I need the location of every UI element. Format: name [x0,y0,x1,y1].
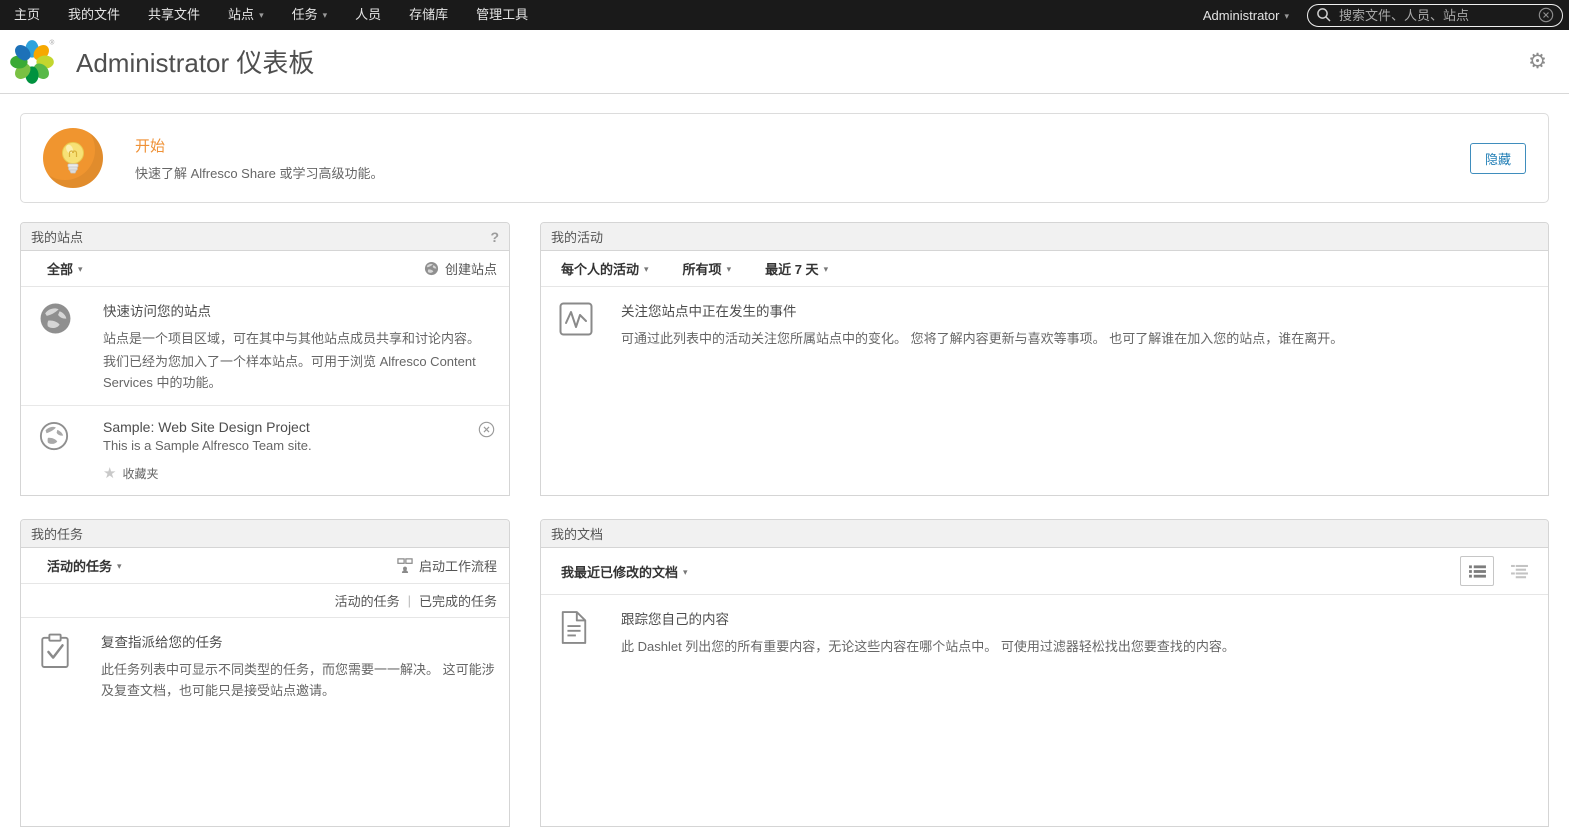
my-tasks-dashlet: 我的任务 活动的任务 启动工作流程 活动的任务 | [20,519,510,827]
chevron-down-icon [639,261,649,276]
chevron-down-icon [678,564,688,579]
globe-icon [39,421,69,451]
gear-icon[interactable]: ⚙ [1528,51,1547,72]
chevron-down-icon [1279,8,1289,23]
get-started-banner: 开始 快速了解 Alfresco Share 或学习高级功能。 隐藏 [20,113,1549,203]
chevron-down-icon [722,261,732,276]
simple-view-toggle[interactable] [1460,556,1494,586]
alfresco-logo: ® [8,37,56,87]
dashlet-title: 我的活动 [551,227,603,246]
user-menu[interactable]: Administrator [1203,8,1289,23]
my-documents-title-bar[interactable]: 我的文档 [541,520,1548,548]
search-icon[interactable] [1316,7,1332,23]
start-workflow-button[interactable]: 启动工作流程 [397,556,497,575]
nav-home[interactable]: 主页 [0,0,54,30]
banner-subtitle: 快速了解 Alfresco Share 或学习高级功能。 [135,163,384,182]
detailed-list-icon [1510,564,1529,579]
documents-empty-title: 跟踪您自己的内容 [621,608,1534,628]
active-tasks-link[interactable]: 活动的任务 [335,591,400,610]
clipboard-check-icon [39,633,71,669]
top-navigation-bar: 主页 我的文件 共享文件 站点 任务 人员 存储库 管理工具 Administr… [0,0,1569,30]
my-sites-title-bar[interactable]: 我的站点 ? [21,223,509,251]
nav-tasks-menu[interactable]: 任务 [278,0,342,30]
activities-user-filter[interactable]: 每个人的活动 [561,259,649,278]
tasks-empty-title: 复查指派给您的任务 [101,631,495,651]
workflow-icon [397,558,413,573]
dashboard-content: 开始 快速了解 Alfresco Share 或学习高级功能。 隐藏 我的站点 … [0,94,1569,827]
chevron-down-icon [112,558,122,573]
nav-people[interactable]: 人员 [341,0,395,30]
tasks-filter-dropdown[interactable]: 活动的任务 [47,556,122,575]
my-sites-dashlet: 我的站点 ? 全部 创建站点 [20,222,510,496]
banner-title: 开始 [135,135,384,156]
page-header: ® Administrator 仪表板 ⚙ [0,30,1569,94]
detailed-view-toggle[interactable] [1502,556,1536,586]
documents-empty-row: 跟踪您自己的内容 此 Dashlet 列出您的所有重要内容，无论这些内容在哪个站… [541,595,1548,669]
remove-site-icon[interactable] [478,419,495,482]
clear-search-icon[interactable] [1538,7,1554,23]
nav-my-files[interactable]: 我的文件 [54,0,134,30]
globe-icon [39,302,72,335]
page-title: Administrator 仪表板 [76,43,314,80]
nav-admin-tools[interactable]: 管理工具 [462,0,542,30]
favorite-label: 收藏夹 [122,465,158,482]
tasks-empty-desc: 此任务列表中可显示不同类型的任务，而您需要一一解决。 这可能涉及复查文档，也可能… [101,659,495,701]
chevron-down-icon [318,7,328,22]
completed-tasks-link[interactable]: 已完成的任务 [419,591,497,610]
help-icon[interactable]: ? [490,229,499,245]
documents-empty-desc: 此 Dashlet 列出您的所有重要内容，无论这些内容在哪个站点中。 可使用过滤… [621,636,1534,657]
create-site-button[interactable]: 创建站点 [424,259,497,278]
lightbulb-icon [43,128,103,188]
my-documents-dashlet: 我的文档 我最近已修改的文档 [540,519,1549,827]
activities-empty-desc: 可通过此列表中的活动关注您所属站点中的变化。 您将了解内容更新与喜欢等事项。 也… [621,328,1534,349]
favorite-star-icon[interactable]: ★ [103,466,116,481]
site-description: This is a Sample Alfresco Team site. [103,438,478,453]
my-activities-dashlet: 我的活动 每个人的活动 所有项 最近 7 天 [540,222,1549,496]
activity-pulse-icon [559,302,593,336]
site-list-item: Sample: Web Site Design Project This is … [21,406,509,494]
chevron-down-icon [819,261,829,276]
globe-icon [424,261,439,276]
activities-empty-title: 关注您站点中正在发生的事件 [621,300,1534,320]
search-input[interactable] [1339,8,1538,23]
tasks-empty-row: 复查指派给您的任务 此任务列表中可显示不同类型的任务，而您需要一一解决。 这可能… [21,618,509,713]
hide-button[interactable]: 隐藏 [1470,143,1526,174]
nav-sites-menu[interactable]: 站点 [214,0,278,30]
nav-shared-files[interactable]: 共享文件 [134,0,214,30]
global-search-box [1307,4,1563,27]
activities-range-filter[interactable]: 最近 7 天 [765,259,828,278]
my-tasks-title-bar[interactable]: 我的任务 [21,520,509,548]
sites-intro-desc1: 站点是一个项目区域，可在其中与其他站点成员共享和讨论内容。 [103,328,495,349]
dashlet-title: 我的站点 [31,227,83,246]
simple-list-icon [1468,564,1487,579]
my-activities-title-bar[interactable]: 我的活动 [541,223,1548,251]
chevron-down-icon [73,261,83,276]
sites-intro-title: 快速访问您的站点 [103,300,495,320]
sites-filter-dropdown[interactable]: 全部 [47,259,83,278]
nav-repository[interactable]: 存储库 [395,0,462,30]
activities-empty-row: 关注您站点中正在发生的事件 可通过此列表中的活动关注您所属站点中的变化。 您将了… [541,287,1548,361]
sites-intro-row: 快速访问您的站点 站点是一个项目区域，可在其中与其他站点成员共享和讨论内容。 我… [21,287,509,406]
document-icon [559,610,589,645]
sites-intro-desc2: 我们已经为您加入了一个样本站点。可用于浏览 Alfresco Content S… [103,351,495,393]
activities-type-filter[interactable]: 所有项 [683,259,732,278]
dashlet-title: 我的任务 [31,524,83,543]
chevron-down-icon [254,7,264,22]
svg-text:®: ® [49,38,54,46]
dashlet-title: 我的文档 [551,524,603,543]
documents-filter-dropdown[interactable]: 我最近已修改的文档 [561,562,688,581]
site-link[interactable]: Sample: Web Site Design Project [103,419,478,435]
